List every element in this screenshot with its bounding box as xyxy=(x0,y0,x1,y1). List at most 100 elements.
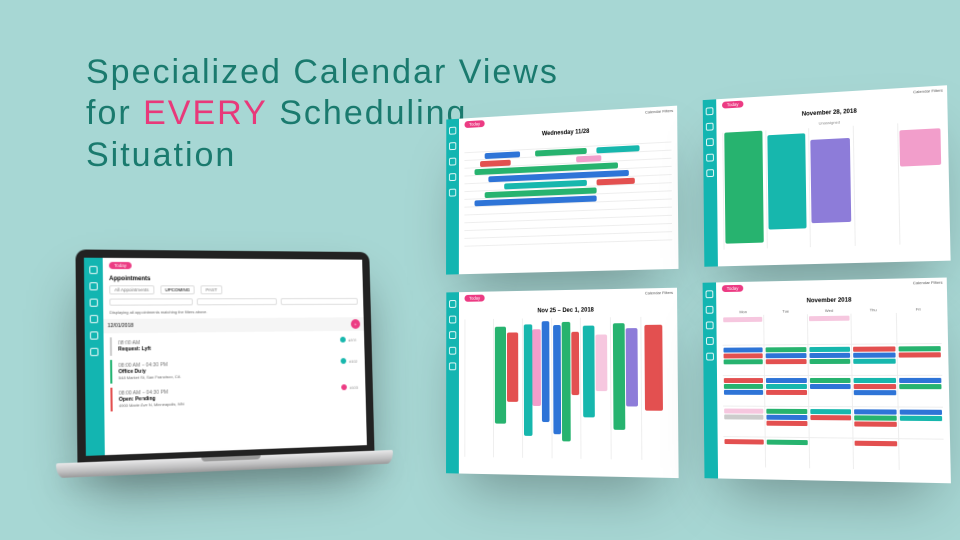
month-day[interactable] xyxy=(853,376,897,407)
month-day[interactable] xyxy=(896,312,941,343)
event-block[interactable] xyxy=(724,131,763,244)
today-button[interactable]: Today xyxy=(722,100,743,108)
event-block[interactable] xyxy=(645,325,663,411)
month-day[interactable] xyxy=(723,376,765,406)
month-grid xyxy=(722,312,944,470)
event-block[interactable] xyxy=(541,321,549,422)
tab-upcoming[interactable]: UPCOMING xyxy=(160,285,195,294)
tab-past[interactable]: PAST xyxy=(201,285,222,294)
event-block[interactable] xyxy=(524,324,532,436)
nav-icon[interactable] xyxy=(449,173,456,181)
nav-icon[interactable] xyxy=(706,290,714,298)
month-day[interactable] xyxy=(852,313,896,344)
event-block[interactable] xyxy=(900,128,941,166)
month-day[interactable] xyxy=(852,344,896,375)
month-day[interactable] xyxy=(898,376,943,407)
appointments-body: Appointments All Appointments UPCOMING P… xyxy=(103,272,367,455)
month-day[interactable] xyxy=(766,407,809,437)
nav-icon[interactable] xyxy=(89,282,97,290)
month-day[interactable] xyxy=(722,345,764,375)
event-block[interactable] xyxy=(596,334,608,391)
today-button[interactable]: Today xyxy=(464,120,484,128)
filter-input[interactable] xyxy=(281,298,358,305)
event-block[interactable] xyxy=(626,328,638,406)
nav-icon[interactable] xyxy=(706,123,714,131)
month-day[interactable] xyxy=(897,344,942,375)
nav-icon[interactable] xyxy=(449,158,456,166)
event-block[interactable] xyxy=(583,326,595,418)
month-day[interactable] xyxy=(898,407,943,438)
month-day[interactable] xyxy=(808,314,851,344)
nav-icon[interactable] xyxy=(449,362,456,370)
nav-icon[interactable] xyxy=(706,154,714,162)
month-day[interactable] xyxy=(723,437,765,467)
month-day[interactable] xyxy=(809,376,853,406)
month-view: Today Calendar Filters November 2018 Mon… xyxy=(703,278,951,484)
nav-icon[interactable] xyxy=(449,300,456,308)
nav-icon[interactable] xyxy=(90,315,98,323)
nav-icon[interactable] xyxy=(90,299,98,307)
month-day[interactable] xyxy=(765,376,808,406)
card-meta: #102 xyxy=(341,358,358,364)
event-block[interactable] xyxy=(562,322,570,442)
event-block[interactable] xyxy=(533,329,541,406)
status-dot-icon xyxy=(341,358,347,364)
event-block[interactable] xyxy=(495,327,506,424)
event-block[interactable] xyxy=(767,133,807,229)
card-meta: #101 xyxy=(340,337,357,343)
nav-icon[interactable] xyxy=(449,347,456,355)
filters-button[interactable]: Calendar Filters xyxy=(913,88,943,95)
app-sidebar xyxy=(84,258,105,456)
month-day[interactable] xyxy=(809,407,853,438)
app-sidebar xyxy=(446,292,459,473)
nav-icon[interactable] xyxy=(706,321,714,329)
device-mockup-stage: Today Appointments All Appointments UPCO… xyxy=(0,0,960,540)
filters-button[interactable]: Calendar Filters xyxy=(645,108,673,115)
month-day[interactable] xyxy=(809,438,853,469)
month-day[interactable] xyxy=(854,439,899,470)
nav-icon[interactable] xyxy=(449,189,456,197)
month-day[interactable] xyxy=(722,315,764,345)
today-button[interactable]: Today xyxy=(722,284,743,291)
appointment-card[interactable]: 08:00 AM – 04:30 PM Open: Pending 4900 M… xyxy=(110,382,360,411)
add-appointment-button[interactable]: + xyxy=(351,319,360,329)
month-day[interactable] xyxy=(766,438,809,469)
event-block[interactable] xyxy=(571,332,579,395)
month-day[interactable] xyxy=(899,439,944,471)
month-day[interactable] xyxy=(723,407,765,437)
event-block[interactable] xyxy=(507,332,518,401)
today-button[interactable]: Today xyxy=(109,261,132,268)
day-column xyxy=(641,316,673,460)
nav-icon[interactable] xyxy=(706,107,714,115)
today-button[interactable]: Today xyxy=(464,294,484,301)
filters-button[interactable]: Calendar Filters xyxy=(913,280,943,286)
event-block[interactable] xyxy=(613,323,625,430)
nav-icon[interactable] xyxy=(90,348,98,356)
month-day[interactable] xyxy=(853,407,898,438)
event-block[interactable] xyxy=(553,325,561,434)
nav-icon[interactable] xyxy=(706,306,714,314)
appointment-tabs: All Appointments UPCOMING PAST xyxy=(109,285,357,294)
month-day[interactable] xyxy=(765,314,808,344)
nav-icon[interactable] xyxy=(90,331,98,339)
filter-input[interactable] xyxy=(197,298,277,305)
appointment-card[interactable]: 08:00 AM – 04:30 PM Office Duty 548 Mark… xyxy=(110,356,360,384)
month-day[interactable] xyxy=(808,345,851,375)
event-block[interactable] xyxy=(811,138,852,223)
appointment-card[interactable]: 08:00 AM Request: Lyft #101 xyxy=(110,335,359,356)
filters-button[interactable]: Calendar Filters xyxy=(645,290,673,296)
nav-icon[interactable] xyxy=(706,353,714,361)
tab-all[interactable]: All Appointments xyxy=(109,285,154,294)
status-dot-icon xyxy=(340,337,346,343)
nav-icon[interactable] xyxy=(706,169,714,177)
nav-icon[interactable] xyxy=(449,127,456,135)
month-day[interactable] xyxy=(765,345,808,375)
nav-icon[interactable] xyxy=(706,138,714,146)
card-sub: 548 Market St, San Francisco, CA xyxy=(119,370,356,380)
nav-icon[interactable] xyxy=(89,266,97,274)
nav-icon[interactable] xyxy=(449,316,456,324)
nav-icon[interactable] xyxy=(449,331,456,339)
nav-icon[interactable] xyxy=(706,337,714,345)
filter-input[interactable] xyxy=(109,298,193,305)
nav-icon[interactable] xyxy=(449,142,456,150)
